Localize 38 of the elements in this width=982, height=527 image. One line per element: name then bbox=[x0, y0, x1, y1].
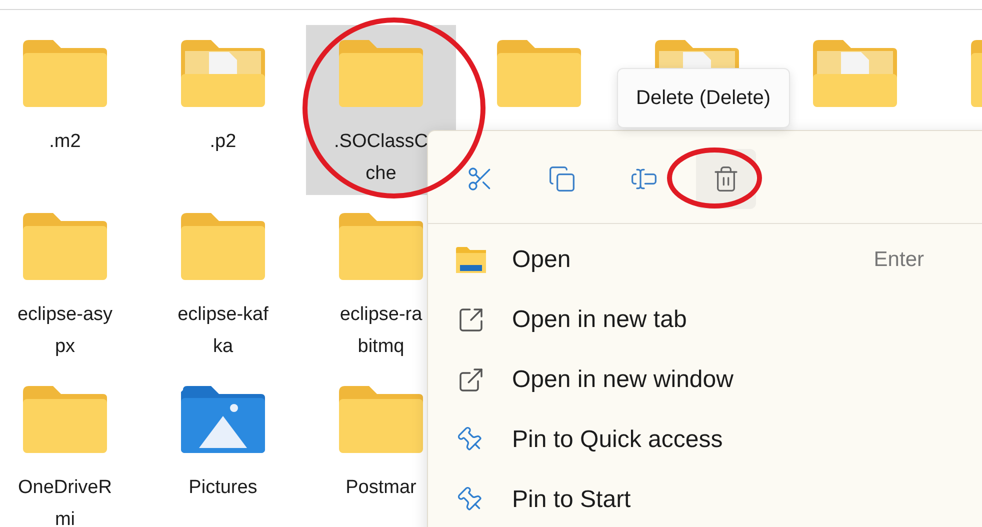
folder-icon bbox=[23, 213, 107, 280]
file-name: .m2 bbox=[49, 130, 81, 154]
new-tab-icon bbox=[457, 306, 485, 334]
file-name: Pictures bbox=[188, 476, 258, 500]
menu-item-label: Pin to Start bbox=[512, 485, 631, 515]
folder-icon bbox=[339, 386, 423, 453]
folder-icon bbox=[497, 40, 581, 107]
new-window-icon bbox=[457, 366, 485, 394]
folder-item[interactable]: eclipse-kaf ka bbox=[148, 198, 298, 368]
file-name: eclipse-asy px bbox=[17, 303, 113, 359]
folder-item[interactable]: Pictures bbox=[148, 371, 298, 527]
menu-item-label: Open bbox=[512, 245, 571, 275]
folder-icon bbox=[339, 40, 423, 107]
file-name: .SOClassC che bbox=[334, 130, 428, 186]
file-name: eclipse-kaf ka bbox=[178, 303, 268, 359]
folder-item[interactable]: .m2 bbox=[0, 25, 140, 195]
file-name: eclipse-ra bitmq bbox=[340, 303, 422, 359]
copy-icon bbox=[548, 165, 576, 193]
folder-icon bbox=[456, 247, 486, 273]
menu-item-label: Pin to Quick access bbox=[512, 425, 723, 455]
folder-icon bbox=[339, 213, 423, 280]
tooltip: Delete (Delete) bbox=[617, 68, 790, 128]
folder-icon bbox=[23, 40, 107, 107]
file-name: OneDriveR mi bbox=[18, 476, 112, 527]
folder-icon bbox=[23, 386, 107, 453]
folder-with-file-icon bbox=[181, 40, 265, 107]
menu-item-label: Open in new tab bbox=[512, 305, 687, 335]
folder-item[interactable]: eclipse-asy px bbox=[0, 198, 140, 368]
pictures-folder-icon bbox=[181, 386, 265, 453]
folder-item[interactable]: OneDriveR mi bbox=[0, 371, 140, 527]
folder-item[interactable]: .p2 bbox=[148, 25, 298, 195]
folder-icon bbox=[181, 213, 265, 280]
folder-with-file-icon bbox=[813, 40, 897, 107]
file-name: Postmar bbox=[346, 476, 416, 500]
trash-icon bbox=[712, 165, 740, 193]
file-name: .p2 bbox=[210, 130, 236, 154]
shortcut-label: Enter bbox=[874, 247, 924, 274]
menu-item-label: Open in new window bbox=[512, 365, 734, 395]
